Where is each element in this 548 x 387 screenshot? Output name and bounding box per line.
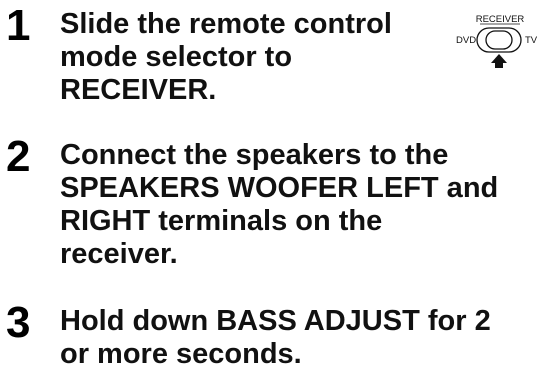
instruction-line: Connect the speakers to the: [60, 139, 449, 171]
switch-knob: [485, 30, 513, 50]
mode-selector-switch-icon: RECEIVER DVD TV: [456, 14, 538, 68]
step-instruction: Slide the remote control mode selector t…: [60, 8, 392, 107]
instruction-line: SPEAKERS WOOFER LEFT and: [60, 172, 499, 204]
instruction-line: RECEIVER.: [60, 74, 217, 106]
instruction-line: Hold down BASS ADJUST for 2: [60, 305, 491, 337]
instruction-line: or more seconds.: [60, 338, 302, 370]
step-number: 1: [6, 1, 31, 50]
up-arrow-icon: [491, 54, 507, 68]
step-number: 3: [6, 298, 31, 347]
instruction-line: RIGHT terminals on the: [60, 205, 383, 237]
mode-selector-illustration: RECEIVER DVD TV: [454, 10, 544, 80]
instruction-line: mode selector to: [60, 41, 293, 73]
dvd-label: DVD: [456, 35, 476, 46]
receiver-label: RECEIVER: [476, 14, 525, 25]
step-instruction: Hold down BASS ADJUST for 2 or more seco…: [60, 305, 491, 371]
instruction-line: receiver.: [60, 238, 178, 270]
tv-label: TV: [525, 35, 538, 46]
step-number: 2: [6, 132, 31, 181]
instruction-line: Slide the remote control: [60, 8, 392, 40]
step-instruction: Connect the speakers to the SPEAKERS WOO…: [60, 139, 498, 271]
